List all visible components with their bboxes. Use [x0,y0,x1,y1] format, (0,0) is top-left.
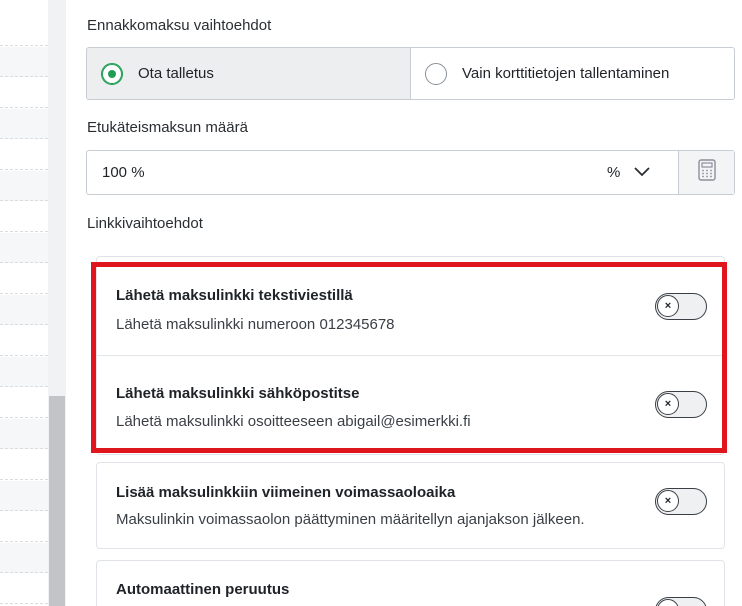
calculator-button[interactable] [678,151,734,194]
prepayment-options-label: Ennakkomaksu vaihtoehdot [87,17,272,34]
list-row [0,543,48,573]
toggle-off-icon: × [657,295,679,317]
list-row [0,202,48,232]
list-row [0,574,48,604]
toggle-off-icon: × [657,599,679,606]
link-options-group: Lähetä maksulinkki tekstiviestillä Lähet… [96,256,725,455]
option-take-deposit[interactable]: Ota talletus [87,48,411,99]
chevron-down-icon [634,164,650,182]
item-description: Lähetä maksulinkki numeroon 012345678 [116,316,395,333]
list-row [0,326,48,356]
option-save-card-only[interactable]: Vain korttitietojen tallentaminen [411,48,734,99]
list-row [0,47,48,77]
prepayment-options-control: Ota talletus Vain korttitietojen tallent… [86,47,735,100]
sms-link-toggle[interactable]: × [655,293,707,320]
calculator-icon [697,159,716,186]
radio-unselected-icon [425,62,447,85]
unit-select[interactable]: % [596,151,678,194]
option-label: Vain korttitietojen tallentaminen [462,65,670,82]
list-item-email-link: Lähetä maksulinkki sähköpostitse Lähetä … [97,356,724,454]
auto-cancel-toggle[interactable]: × [655,597,707,606]
list-row [0,512,48,542]
radio-selected-icon [101,62,123,85]
item-title: Lähetä maksulinkki tekstiviestillä [116,287,353,304]
toggle-off-icon: × [657,393,679,415]
item-description: Lähetä maksulinkki osoitteeseen abigail@… [116,413,471,430]
list-row [0,140,48,170]
background-list [0,0,48,606]
amount-input[interactable] [87,151,596,194]
list-row [0,16,48,46]
list-row [0,295,48,325]
list-item-sms-link: Lähetä maksulinkki tekstiviestillä Lähet… [97,257,724,356]
item-description: Maksulinkin voimassaolon päättyminen mää… [116,511,585,528]
list-row [0,78,48,108]
list-row [0,357,48,387]
link-options-label: Linkkivaihtoehdot [87,215,203,232]
list-row [0,481,48,511]
list-row [0,388,48,418]
expiry-toggle[interactable]: × [655,488,707,515]
unit-value: % [607,164,621,181]
amount-label: Etukäteismaksun määrä [87,119,248,136]
amount-field-group: % [86,150,735,195]
list-row [0,419,48,449]
email-link-toggle[interactable]: × [655,391,707,418]
scrollbar-thumb[interactable] [49,396,65,606]
option-label: Ota talletus [138,65,214,82]
list-row [0,233,48,263]
toggle-off-icon: × [657,490,679,512]
item-title: Lisää maksulinkkiin viimeinen voimassaol… [116,484,456,501]
list-item-expiry: Lisää maksulinkkiin viimeinen voimassaol… [96,462,725,549]
list-row [0,109,48,139]
item-title: Automaattinen peruutus [116,581,290,598]
list-row [0,171,48,201]
list-row [0,450,48,480]
list-item-auto-cancel: Automaattinen peruutus × [96,560,725,606]
item-title: Lähetä maksulinkki sähköpostitse [116,385,360,402]
list-row [0,264,48,294]
